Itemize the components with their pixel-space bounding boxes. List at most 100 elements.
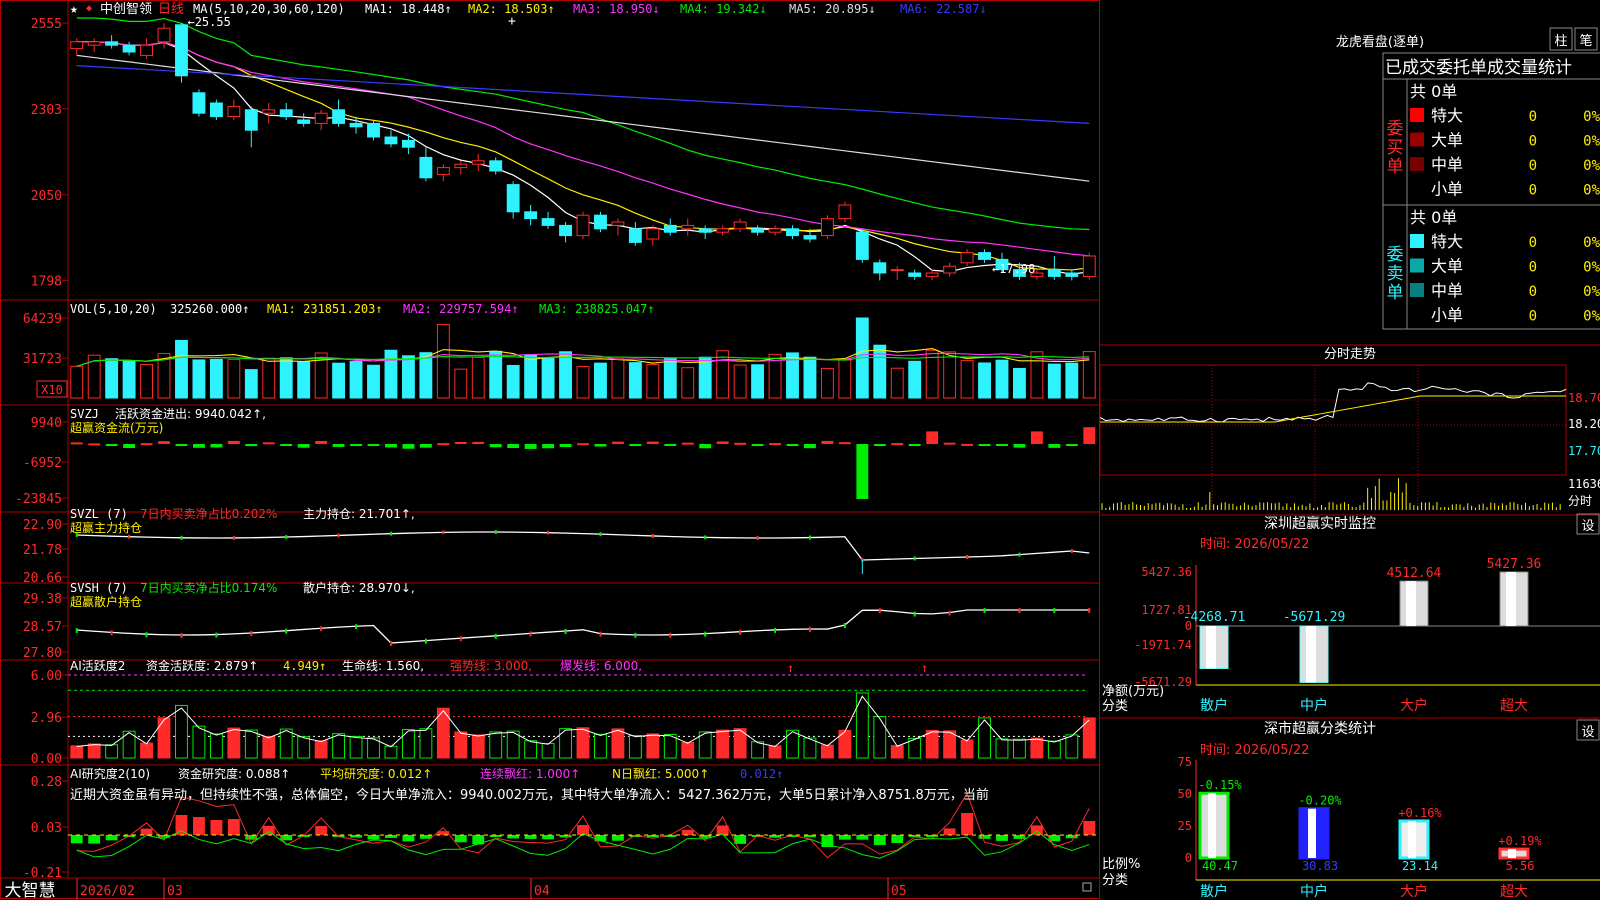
fund-flow-bar [524,444,537,449]
fund-flow-bar [943,442,956,445]
minute-vol-tick: 11636 [1568,477,1600,491]
classstat-title: 深市超赢分类统计 [1264,720,1376,737]
y-tick-ai2: -0.21 [23,866,62,881]
candle-body [297,119,311,124]
candle-body [820,218,834,237]
activity-bar [227,727,241,759]
fund-flow-bar [472,441,485,444]
candle-body [978,252,991,260]
svsh-subtitle: 超赢散户持仓 [70,594,142,609]
retail-tick [529,631,532,637]
volume-bar [576,365,590,399]
fund-flow-bar [559,444,572,448]
sell-swatch [1410,283,1424,297]
minute-y-tick: 18.70 [1568,391,1600,405]
y-tick-svzl: 22.90 [23,518,62,533]
signal-arrow: ↑ [787,661,794,675]
fund-flow-bar [489,444,502,448]
ai1-e: 爆发线: 6.000, [560,658,642,673]
candle-body [192,92,206,114]
classstat-date: 时间: 2026/05/22 [1200,743,1309,758]
buy-row-pct: 0% [1583,183,1600,199]
activity-bar [454,731,468,759]
activity-bar [297,736,311,759]
volume-bar [943,351,957,399]
vol-title: VOL(5,10,20) [70,302,157,316]
position-tick [494,530,497,535]
y-tick-svzj: 9940 [31,416,62,431]
candle-body [175,24,188,77]
activity-bar [925,729,939,759]
position-tick [337,533,340,538]
minute-price-line [1100,382,1567,423]
candle-body [489,160,503,172]
retail-tick [320,626,323,632]
monitor-bar-hl [1306,626,1316,683]
research-bar [227,819,240,835]
candle-body [367,122,380,138]
candle-body [611,221,625,226]
buy-side-char: 买 [1387,138,1404,158]
sell-swatch [1410,258,1424,273]
candle-body [227,105,241,118]
candle-body [541,218,555,226]
volume-bar [751,364,765,399]
candle-body [384,136,398,145]
fund-flow-bar [769,443,781,446]
candle-body [419,156,433,179]
candle-body [209,102,223,118]
fund-flow-bar [908,444,921,446]
y-tick-price: 1798 [31,274,62,289]
svzj-subtitle: 超赢资金流(万元) [70,420,163,435]
monitor-bar-name: 大户 [1400,697,1428,714]
candle-body [960,252,974,264]
monitor-bar-hl [1206,626,1216,669]
flag-icon: ◆ [86,3,92,14]
ai1-c: 生命线: 1.560, [342,658,424,673]
kline-panel-stack[interactable]: 2555 2303 2050 1798 ★ ◆ 中创智领 日线 MA(5,10,20,30,60… [0,0,1100,900]
classstat-ylabel: 比例% [1102,857,1140,872]
svzj-label: 活跃资金进出: 9940.042↑, [115,406,266,421]
volume-bar [175,339,188,399]
fund-flow-bar [140,443,153,446]
volume-bar [262,357,276,399]
fund-flow-bar [664,444,677,446]
retail-tick [774,627,777,633]
analysis-comment: 近期大资金虽有异动，但持续性不强，总体偏空，今日大单净流入：9940.002万元… [70,787,989,803]
volume-bar [803,356,817,399]
fund-flow-bar [804,444,816,449]
favorite-star-icon: ★ [70,2,78,17]
buy-row-name: 大单 [1431,131,1463,150]
activity-bar [314,740,328,759]
volume-bar [244,369,258,399]
retail-tick [599,631,602,637]
activity-bar [140,742,153,759]
outer-frame [0,0,1100,899]
sell-row-value: 0 [1529,284,1537,300]
position-tick [651,533,654,538]
vol-ma2: MA2: 229757.594↑ [403,302,519,316]
volume-bar [436,323,450,399]
classstat-y-tick: 50 [1178,787,1192,801]
candle-body [1047,269,1061,277]
ma-value-5: MA5: 20.895↓ [789,2,876,16]
lock-icon [1082,882,1092,892]
minute-y-tick: 17.70 [1568,444,1600,458]
candle-body [855,231,869,260]
y-tick-ai1: 0.00 [31,752,62,767]
research-bar [140,828,153,835]
candle-body [681,224,695,230]
candle-body [716,228,730,233]
research-bar [105,835,118,841]
classstat-bar-hl [1208,793,1216,858]
right-sidebar: 龙虎看盘(逐单) 柱笔已成交委托单成交量统计委买单共 0单特大 0 0%大单 0 0%中单… [1100,27,1600,900]
monitor-title: 深圳超赢实时监控 [1264,515,1376,532]
candle-body [908,272,922,277]
position-tick [704,535,707,540]
fund-flow-bar [192,444,205,448]
research-bar [681,829,694,835]
retail-tick [739,629,742,635]
activity-bar [1013,738,1026,759]
classstat-bar-hl [1308,808,1316,858]
x-axis-label: 03 [167,884,183,899]
